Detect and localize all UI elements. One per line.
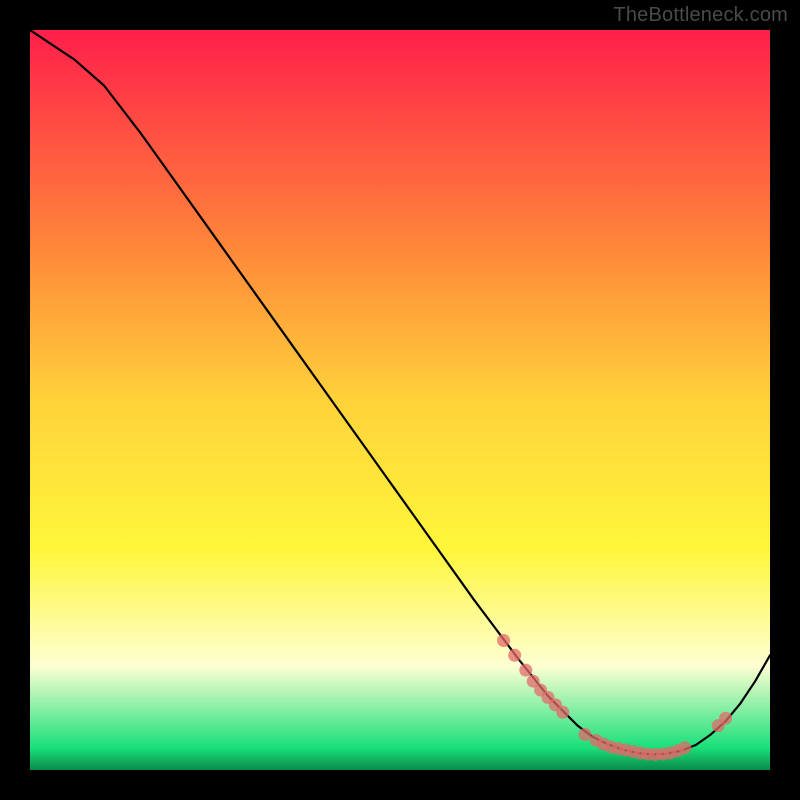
data-point — [719, 712, 732, 725]
data-point — [508, 649, 521, 662]
plot-area — [30, 30, 770, 770]
data-point — [579, 728, 592, 741]
data-point — [678, 741, 691, 754]
bottleneck-chart — [30, 30, 770, 770]
data-point — [556, 706, 569, 719]
data-point — [497, 634, 510, 647]
data-point — [519, 664, 532, 677]
gradient-background — [30, 30, 770, 770]
watermark-text: TheBottleneck.com — [613, 4, 788, 27]
chart-frame: TheBottleneck.com — [0, 0, 800, 800]
